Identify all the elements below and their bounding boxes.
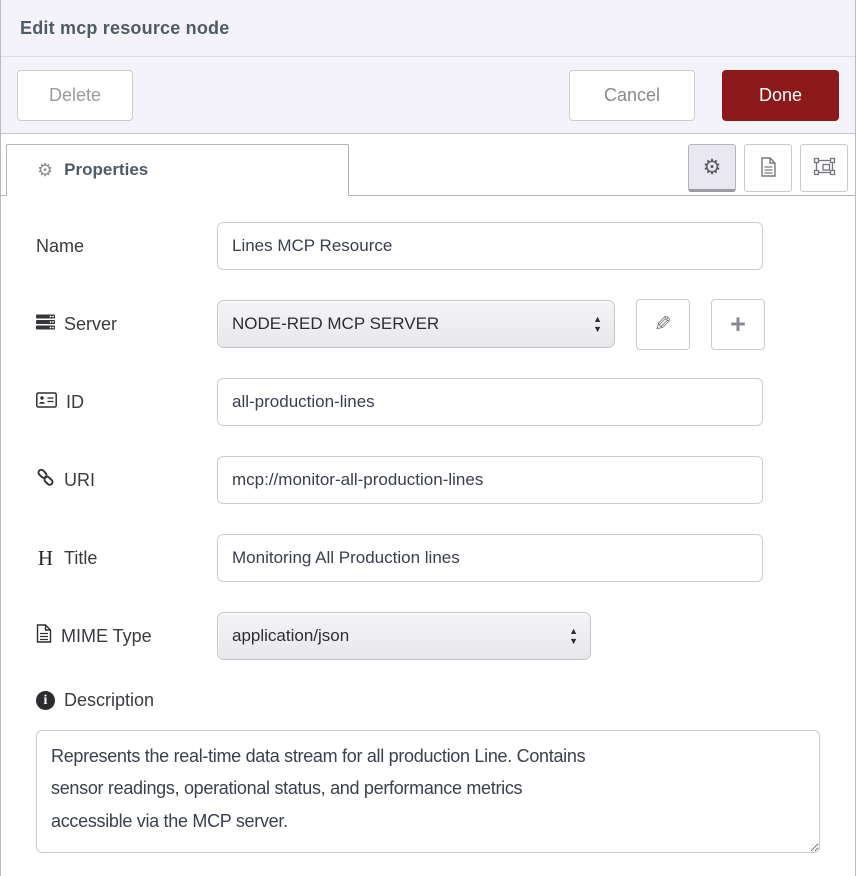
id-label-text: ID [66,392,84,413]
title-label: H Title [36,546,217,571]
tab-properties[interactable]: ⚙︎ Properties [6,144,349,196]
heading-icon: H [36,546,55,571]
properties-form: Name Server NODE-RED [1,196,855,853]
dialog-title: Edit mcp resource node [20,18,229,39]
tab-properties-label: Properties [64,160,148,180]
uri-label-text: URI [64,470,95,491]
title-label-text: Title [64,548,97,569]
pencil-icon: ✎ [654,312,672,337]
mime-label-text: MIME Type [61,626,152,647]
server-icon [36,314,55,335]
title-input[interactable] [217,534,763,582]
tab-view-buttons: ⚙︎ [688,144,848,192]
server-row: Server NODE-RED MCP SERVER ▲▼ ✎ + [36,300,855,348]
name-row: Name [36,222,855,270]
description-label: i Description [36,690,855,711]
uri-row: URI [36,456,855,504]
mime-select-value: application/json [232,626,349,646]
select-arrows-icon: ▲▼ [569,628,578,645]
gear-icon: ⚙︎ [37,161,53,179]
gear-icon: ⚙︎ [703,157,722,178]
server-select-value: NODE-RED MCP SERVER [232,314,439,334]
appearance-view-button[interactable] [800,144,848,192]
title-row: H Title [36,534,855,582]
link-icon [36,468,55,492]
mime-row: MIME Type application/json ▲▼ [36,612,855,660]
info-icon: i [36,691,55,710]
appearance-icon [813,157,836,179]
select-arrows-icon: ▲▼ [593,316,602,333]
id-card-icon [36,392,57,413]
id-input[interactable] [217,378,763,426]
server-label: Server [36,314,217,335]
edit-node-dialog: Edit mcp resource node Delete Cancel Don… [0,0,856,876]
properties-view-button[interactable]: ⚙︎ [688,144,736,192]
mime-select[interactable]: application/json ▲▼ [217,612,591,660]
name-label: Name [36,236,217,257]
uri-label: URI [36,468,217,492]
add-server-button[interactable]: + [711,299,765,350]
done-button[interactable]: Done [722,70,839,121]
plus-icon: + [730,311,746,338]
edit-server-button[interactable]: ✎ [636,299,690,350]
uri-input[interactable] [217,456,763,504]
description-label-text: Description [64,690,154,711]
server-select[interactable]: NODE-RED MCP SERVER ▲▼ [217,300,615,348]
id-label: ID [36,392,217,413]
tab-bar: ⚙︎ Properties ⚙︎ [1,134,855,196]
dialog-header: Edit mcp resource node [1,0,855,57]
server-label-text: Server [64,314,117,335]
id-row: ID [36,378,855,426]
cancel-button[interactable]: Cancel [569,70,695,121]
mime-label: MIME Type [36,624,217,648]
description-view-button[interactable] [744,144,792,192]
file-lines-icon [36,624,52,648]
dialog-toolbar: Delete Cancel Done [1,57,855,134]
document-icon [760,157,777,180]
description-textarea[interactable]: Represents the real-time data stream for… [36,730,820,853]
delete-button[interactable]: Delete [17,70,133,121]
name-input[interactable] [217,222,763,270]
name-label-text: Name [36,236,84,257]
